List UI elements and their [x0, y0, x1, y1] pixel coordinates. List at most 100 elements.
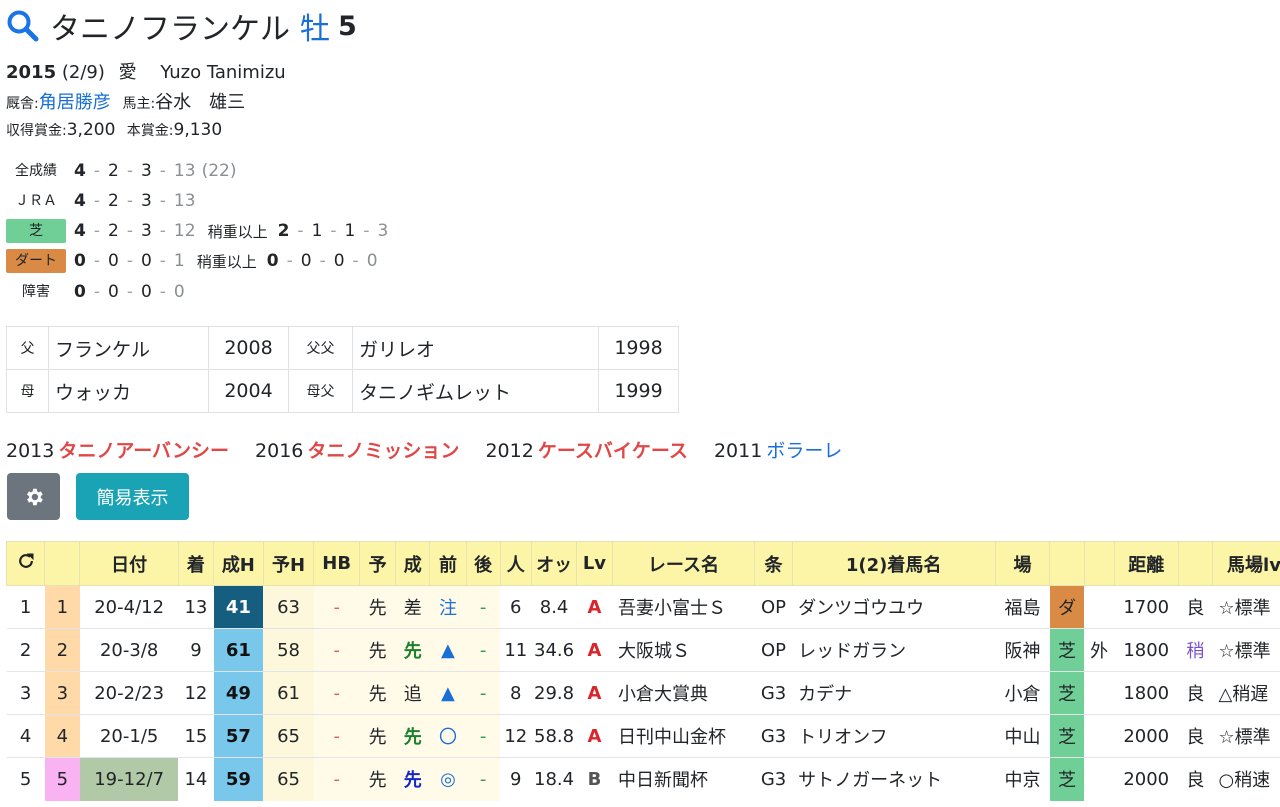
table-row[interactable]: 2 2 20-3/8 9 61 58 - 先 先 ▲ - 11 34.6 A 大… [6, 628, 1280, 672]
seconds: 2 [107, 221, 119, 241]
heavy-thirds: 1 [344, 221, 356, 241]
winner-name[interactable]: ダンツゴウユウ [792, 585, 996, 629]
search-icon[interactable] [6, 9, 40, 43]
seih-value: 61 [213, 628, 264, 672]
trainer-link[interactable]: 角居勝彦 [39, 92, 111, 113]
header-ninki[interactable]: 人 [499, 541, 532, 586]
race-name[interactable]: 日刊中山金杯 [612, 714, 755, 758]
wins: 4 [74, 191, 86, 211]
sire-sire-name[interactable]: ガリレオ [352, 326, 599, 370]
header-jo[interactable]: 条 [754, 541, 793, 586]
seconds: 0 [107, 251, 119, 271]
header-dist[interactable]: 距離 [1113, 541, 1179, 586]
header-place[interactable]: 場 [994, 541, 1051, 586]
heavy-label: 稍重以上 [207, 222, 268, 241]
birth-country: 愛 [118, 62, 137, 83]
race-date: 20-4/12 [79, 585, 179, 629]
venue: 中京 [995, 757, 1050, 801]
table-row[interactable]: 5 5 19-12/7 14 59 65 - 先 先 ◎ - 9 18.4 B … [6, 757, 1280, 801]
header-date[interactable]: 日付 [79, 541, 179, 586]
mae-mark: ▲ [429, 628, 467, 672]
finish-position: 15 [178, 714, 214, 758]
surface-badge: 芝 [1049, 671, 1085, 715]
winner-name[interactable]: レッドガラン [792, 628, 996, 672]
row-number: 1 [6, 585, 45, 629]
header-ato[interactable]: 後 [465, 541, 501, 586]
record-dirt: ダート 0- 0- 0- 1 稍重以上 0- 0- 0- 0 [6, 248, 378, 274]
winner-name[interactable]: カデナ [792, 671, 996, 715]
race-class: G3 [754, 671, 793, 715]
heavy-seconds: 0 [300, 251, 312, 271]
race-name[interactable]: 大阪城Ｓ [612, 628, 755, 672]
birth-date: (2/9) [61, 62, 105, 83]
yoh-value: 63 [263, 585, 314, 629]
sei-value: 追 [395, 671, 430, 715]
page-title: タニノフランケル 牡 5 [6, 6, 357, 47]
table-row[interactable]: 1 1 20-4/12 13 41 63 - 先 差 注 - 6 8.4 A 吾… [6, 585, 1280, 629]
table-header-row: 日付 着 成H 予H HB 予 成 前 後 人 オッ Lv レース名 条 1(2… [5, 541, 1280, 586]
venue: 阪神 [995, 628, 1050, 672]
sire-name[interactable]: フランケル [48, 326, 209, 370]
dam-sire-name[interactable]: タニノギムレット [352, 369, 599, 413]
race-class: OP [754, 585, 793, 629]
course [1084, 714, 1115, 758]
track-condition: 良 [1178, 671, 1213, 715]
race-name[interactable]: 吾妻小富士Ｓ [612, 585, 755, 629]
header-lv[interactable]: Lv [576, 541, 613, 586]
sibling-link[interactable]: タニノミッション [307, 440, 459, 462]
header-mae[interactable]: 前 [429, 541, 467, 586]
yoh-value: 61 [263, 671, 314, 715]
race-name[interactable]: 中日新聞杯 [612, 757, 755, 801]
header-sei[interactable]: 成 [395, 541, 431, 586]
ato-value: - [466, 671, 501, 715]
record-turf: 芝 4- 2- 3- 12 稍重以上 2- 1- 1- 3 [6, 218, 388, 244]
dam-name[interactable]: ウォッカ [48, 369, 209, 413]
ato-value: - [466, 757, 501, 801]
header-going[interactable]: 馬場lv [1211, 541, 1280, 586]
surface-badge: ダ [1049, 585, 1085, 629]
winner-name[interactable]: サトノガーネット [792, 757, 996, 801]
birth-info: 2015 (2/9) 愛 Yuzo Tanimizu [6, 58, 286, 84]
row-number: 2 [6, 628, 45, 672]
row-number: 3 [6, 671, 45, 715]
table-row[interactable]: 4 4 20-1/5 15 57 65 - 先 先 〇 - 12 58.8 A … [6, 714, 1280, 758]
header-yoh[interactable]: 予H [262, 541, 315, 586]
mae-mark: ▲ [429, 671, 467, 715]
heavy-label: 稍重以上 [196, 252, 257, 271]
heavy-thirds: 0 [333, 251, 345, 271]
wins: 4 [74, 161, 86, 181]
seconds: 2 [107, 161, 119, 181]
refresh-header[interactable] [5, 541, 46, 586]
sibling-link[interactable]: ケースバイケース [538, 440, 688, 462]
header-yo[interactable]: 予 [358, 541, 397, 586]
refresh-icon[interactable] [16, 551, 36, 571]
popularity: 9 [500, 757, 532, 801]
surface-badge: 芝 [1049, 714, 1085, 758]
odds: 29.8 [531, 671, 577, 715]
header-odds[interactable]: オッ [530, 541, 578, 586]
track-condition: 良 [1178, 757, 1213, 801]
header-seih[interactable]: 成H [213, 541, 264, 586]
course [1084, 585, 1115, 629]
dam-sire-year: 1999 [598, 369, 679, 413]
sibling-link[interactable]: ボラーレ [766, 440, 842, 462]
venue: 中山 [995, 714, 1050, 758]
odds: 8.4 [531, 585, 577, 629]
settings-button[interactable] [7, 473, 60, 520]
popularity: 8 [500, 671, 532, 715]
seih-value: 49 [213, 671, 264, 715]
header-winner[interactable]: 1(2)着馬名 [791, 541, 996, 586]
race-name[interactable]: 小倉大賞典 [612, 671, 755, 715]
header-finish[interactable]: 着 [177, 541, 215, 586]
going-level: △稍遅 [1212, 671, 1280, 715]
header-race[interactable]: レース名 [611, 541, 756, 586]
sibling-link[interactable]: タニノアーバンシー [58, 440, 229, 462]
simple-view-button[interactable]: 簡易表示 [76, 473, 189, 520]
sibling-year: 2013 [6, 440, 55, 462]
table-row[interactable]: 3 3 20-2/23 12 49 61 - 先 追 ▲ - 8 29.8 A … [6, 671, 1280, 715]
heavy-others: 0 [366, 251, 378, 271]
winner-name[interactable]: トリオンフ [792, 714, 996, 758]
header-hb[interactable]: HB [313, 541, 360, 586]
course [1084, 757, 1115, 801]
horse-age: 5 [338, 10, 357, 42]
